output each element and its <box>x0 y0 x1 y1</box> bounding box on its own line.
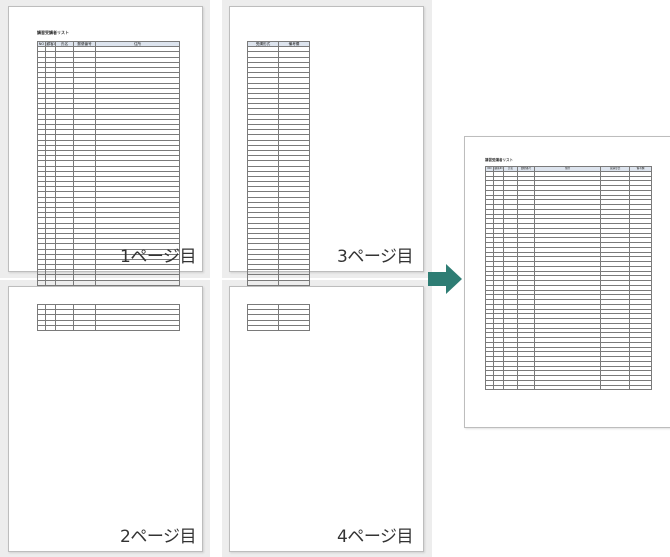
page3-table: 受講形式 備考欄 <box>247 40 310 297</box>
table-cell <box>55 324 74 331</box>
table-row <box>485 384 652 391</box>
print-page-1: 講習受講者リスト NO顧客ID氏名郵便番号住所 1ページ目 <box>8 6 203 297</box>
table-cell <box>278 324 310 331</box>
table-cell <box>629 384 652 391</box>
combined-table: NO 顧客ID 氏名 郵便番号 住所 受講形式 備考欄 <box>485 166 652 391</box>
page-label-1: 1ページ目 <box>120 247 196 267</box>
page2-table <box>37 303 180 331</box>
column-header: 顧客ID <box>493 166 504 172</box>
page4-table <box>247 303 310 331</box>
print-page-3: 受講形式 備考欄 3ページ目 <box>229 6 424 297</box>
table-cell <box>95 324 180 331</box>
column-header: 顧客ID <box>45 40 56 48</box>
table-cell <box>247 324 279 331</box>
table-cell <box>37 324 46 331</box>
table-row <box>247 324 310 331</box>
table-cell <box>517 384 535 391</box>
combined-print-page: 講習受講者リスト NO 顧客ID 氏名 郵便番号 住所 受講形式 備考欄 <box>464 136 670 428</box>
table-cell <box>73 324 96 331</box>
table-cell <box>503 384 518 391</box>
print-page-2: 2ページ目 <box>8 286 203 552</box>
arrow-right-icon <box>428 264 462 294</box>
table-cell <box>600 384 630 391</box>
sheet-title: 講習受講者リスト <box>37 30 69 35</box>
table-cell <box>45 324 56 331</box>
table-cell <box>493 384 504 391</box>
page-label-3: 3ページ目 <box>337 247 413 267</box>
print-page-4: 4ページ目 <box>229 286 424 552</box>
table-cell <box>534 384 601 391</box>
page-label-2: 2ページ目 <box>120 527 196 547</box>
combined-sheet-title: 講習受講者リスト <box>485 158 513 162</box>
page-label-4: 4ページ目 <box>337 527 413 547</box>
table-cell <box>485 384 494 391</box>
table-row <box>37 324 180 331</box>
